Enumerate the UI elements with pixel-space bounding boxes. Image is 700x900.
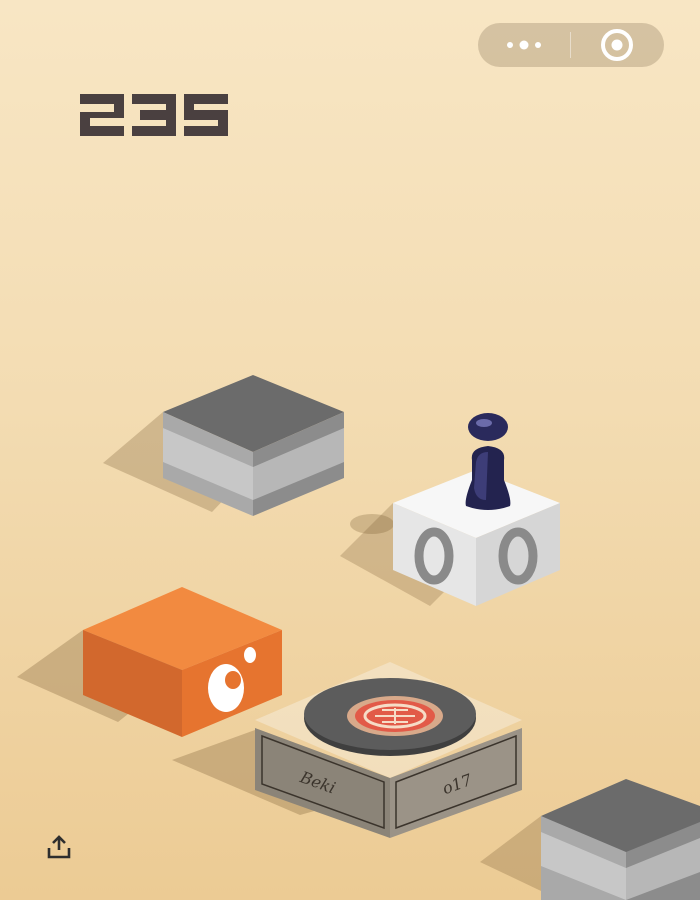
white-block [340, 470, 560, 606]
gray-block-back [103, 375, 344, 516]
player-piece [465, 413, 511, 510]
more-dots-icon [507, 40, 541, 50]
share-upload-icon [47, 835, 71, 859]
gray-block-front [480, 779, 700, 900]
score-digits [80, 94, 228, 136]
mini-program-capsule [478, 23, 664, 67]
target-close-icon [601, 29, 633, 61]
orange-block [17, 587, 282, 737]
share-button[interactable] [44, 832, 74, 862]
more-button[interactable] [478, 23, 570, 67]
close-button[interactable] [571, 23, 663, 67]
